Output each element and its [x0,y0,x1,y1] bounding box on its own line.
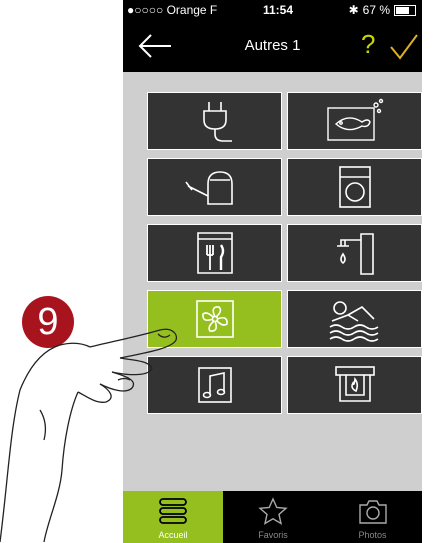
washing-machine-icon [338,166,371,208]
music-icon [197,367,232,403]
tile-washing-machine[interactable] [287,158,422,216]
cutlery-icon [196,232,233,274]
tab-label-photos: Photos [358,530,387,540]
page-title: Autres 1 [244,37,301,54]
battery-percent: 67 % [362,3,390,17]
status-bar: ●○○○○ Orange F 11:54 ✱ 67 % [123,0,422,20]
star-icon [258,497,288,525]
tile-cutlery[interactable] [147,224,282,282]
aquarium-icon [326,98,383,141]
swimming-icon [329,301,378,342]
tab-photos[interactable]: Photos [323,491,422,543]
watering-can-icon [184,171,233,205]
navigation-bar: Autres 1 ? [123,20,422,72]
tile-faucet[interactable] [287,224,422,282]
fan-icon [195,300,234,338]
plug-icon [202,102,232,142]
confirm-check-icon[interactable] [389,33,419,61]
tile-fireplace[interactable] [287,356,422,414]
clock: 11:54 [263,3,294,17]
battery-icon [394,4,416,16]
tab-favoris[interactable]: Favoris [223,491,323,543]
tile-aquarium[interactable] [287,92,422,150]
tile-watering-can[interactable] [147,158,282,216]
tab-label-favoris: Favoris [258,530,288,540]
tile-plug[interactable] [147,92,282,150]
pointing-hand-illustration [0,328,178,543]
help-button[interactable]: ? [361,29,375,60]
carrier-label: ●○○○○ Orange F [127,3,218,17]
camera-icon [359,500,387,524]
faucet-icon [336,233,374,275]
fireplace-icon [334,366,375,402]
bluetooth-icon: ✱ [348,3,359,17]
tile-swimming[interactable] [287,290,422,348]
